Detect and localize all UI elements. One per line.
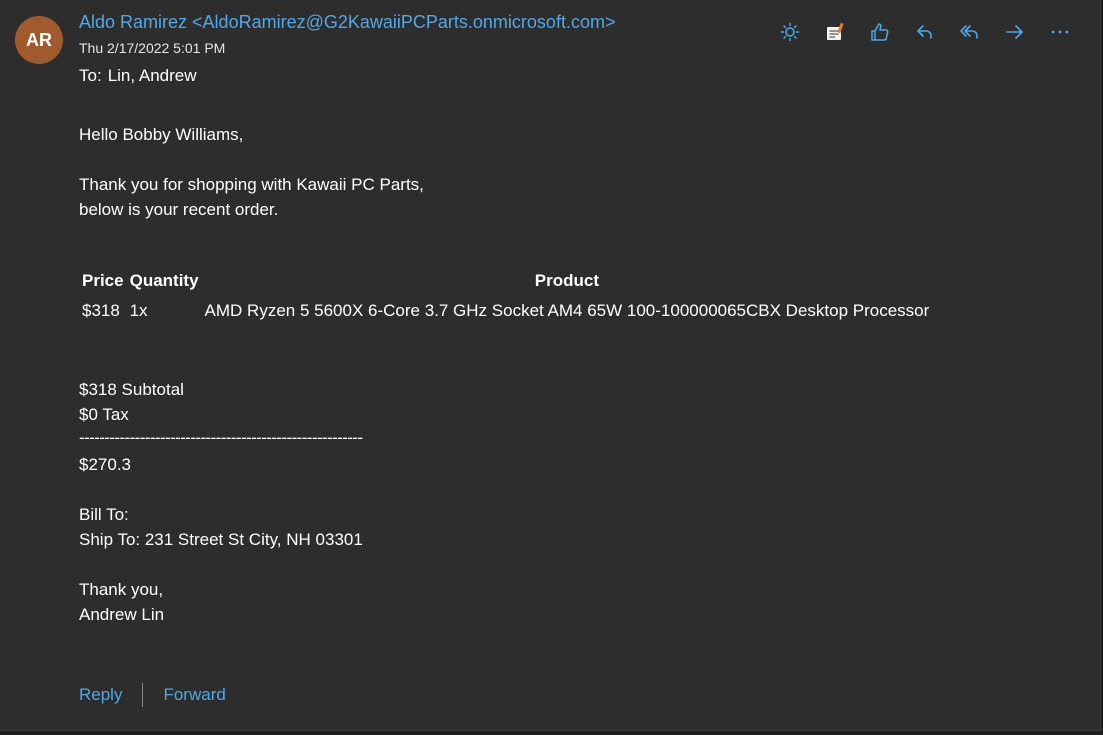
sun-icon <box>780 22 800 42</box>
subtotal: $318 Subtotal <box>79 380 184 399</box>
recipient-line: To: Lin, Andrew <box>79 66 197 86</box>
message-date: Thu 2/17/2022 5:01 PM <box>79 40 226 56</box>
like-button[interactable] <box>860 18 900 46</box>
intro-line-1: Thank you for shopping with Kawaii PC Pa… <box>79 175 424 194</box>
header-price: Price <box>82 271 124 290</box>
avatar-initials: AR <box>26 29 52 50</box>
message-toolbar <box>770 18 1085 46</box>
notes-icon <box>827 22 844 40</box>
notes-button[interactable] <box>815 18 855 46</box>
bill-to: Bill To: <box>79 505 129 524</box>
reply-button[interactable]: Reply <box>79 685 122 705</box>
total: $270.3 <box>79 455 131 474</box>
reading-pane: AR Aldo Ramirez <AldoRamirez@G2KawaiiPCP… <box>0 0 1101 731</box>
reply-all-icon <box>960 25 978 39</box>
greeting: Hello Bobby Williams, <box>79 125 244 144</box>
forward-toolbar-button[interactable] <box>995 18 1035 46</box>
forward-icon <box>1006 25 1023 39</box>
table-row: $318 1x AMD Ryzen 5 5600X 6-Core 3.7 GHz… <box>79 296 932 326</box>
intro-line-2: below is your recent order. <box>79 200 279 219</box>
reply-icon <box>917 25 932 39</box>
to-label: To: <box>79 66 102 85</box>
header-product: Product <box>534 271 600 290</box>
cell-product: AMD Ryzen 5 5600X 6-Core 3.7 GHz Socket … <box>204 301 930 320</box>
order-table: Price Quantity Product $318 1x AMD Ryzen… <box>79 266 932 326</box>
reply-toolbar-button[interactable] <box>905 18 945 46</box>
immersive-reader-button[interactable] <box>770 18 810 46</box>
more-icon <box>1051 30 1069 34</box>
forward-button[interactable]: Forward <box>163 685 225 705</box>
signature: Andrew Lin <box>79 605 165 624</box>
header-quantity: Quantity <box>129 271 199 290</box>
footer-actions: Reply Forward <box>79 683 226 707</box>
recipient-name[interactable]: Lin, Andrew <box>108 66 197 85</box>
footer-separator <box>142 683 144 707</box>
order-table-header: Price Quantity Product <box>79 266 932 296</box>
ship-to: Ship To: 231 Street St City, NH 03301 <box>79 530 363 549</box>
like-icon <box>871 23 889 41</box>
cell-price: $318 <box>82 301 120 320</box>
reply-all-toolbar-button[interactable] <box>950 18 990 46</box>
more-actions-button[interactable] <box>1040 18 1080 46</box>
avatar[interactable]: AR <box>15 16 63 64</box>
closing: Thank you, <box>79 580 164 599</box>
cell-quantity: 1x <box>129 301 148 320</box>
sender-name[interactable]: Aldo Ramirez <AldoRamirez@G2KawaiiPCPart… <box>79 12 615 33</box>
total-divider: ----------------------------------------… <box>79 428 363 447</box>
tax: $0 Tax <box>79 405 129 424</box>
